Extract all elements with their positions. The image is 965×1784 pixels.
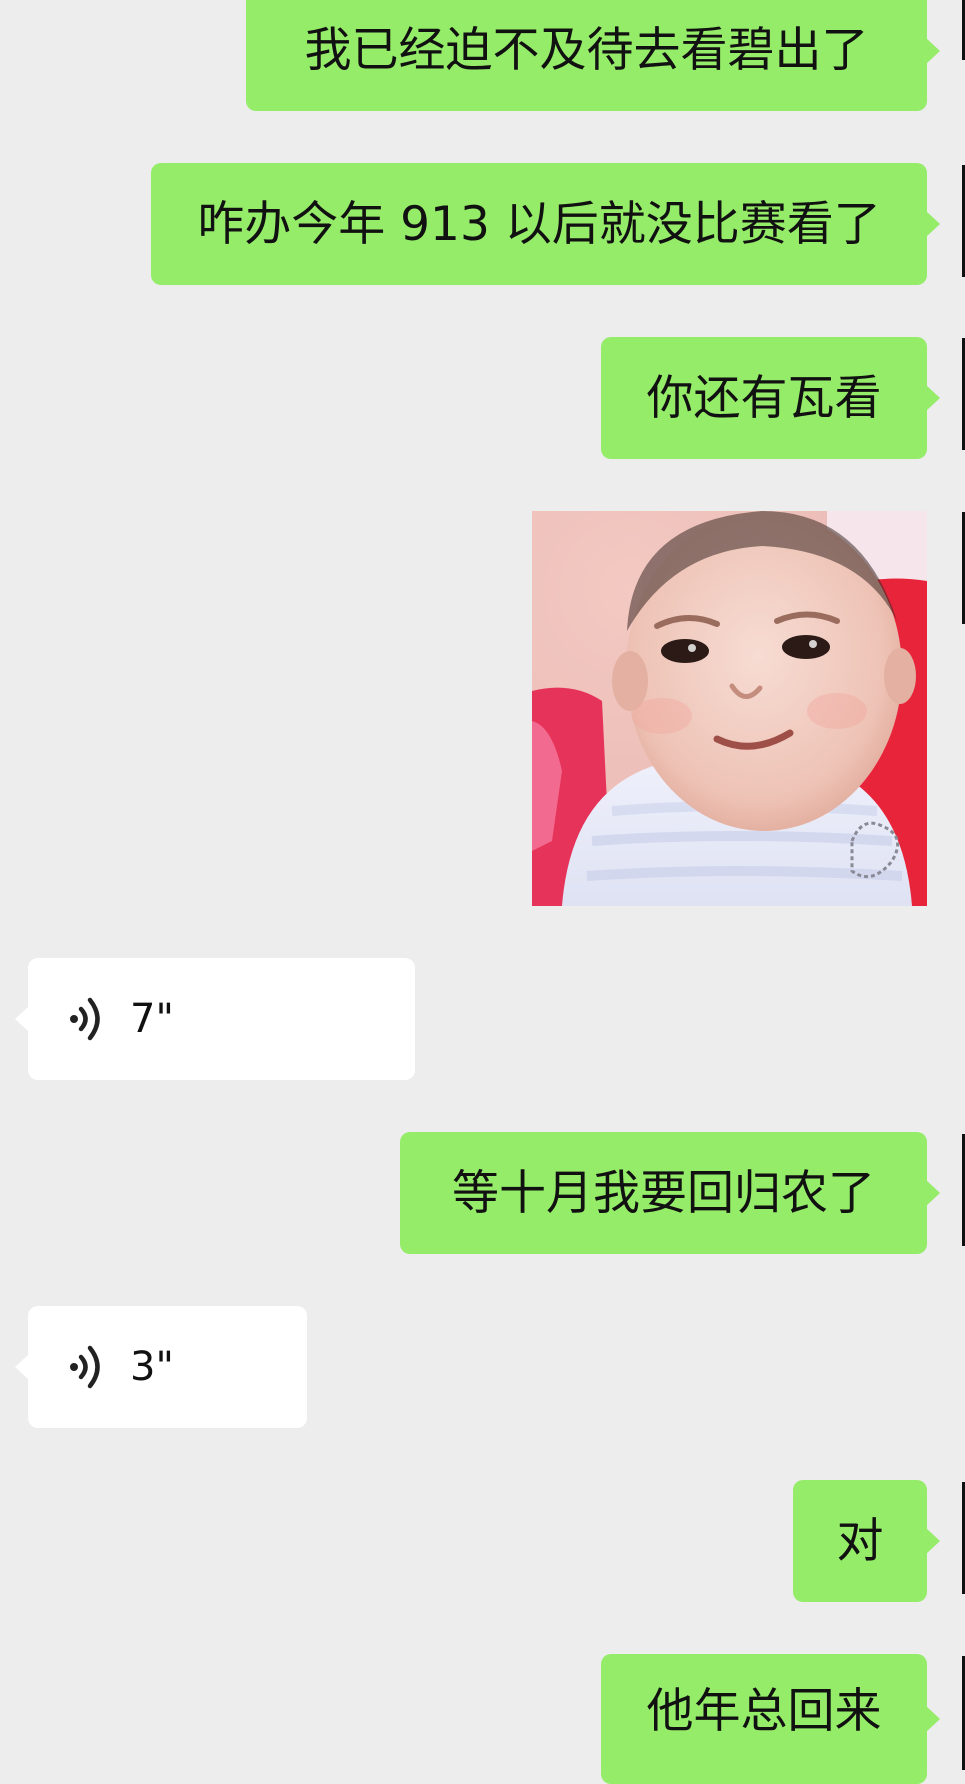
message-text: 等十月我要回归农了 — [452, 1165, 875, 1221]
chat-message-list[interactable]: 我已经迫不及待去看碧出了 咋办今年 913 以后就没比赛看了 你还有瓦看 7" … — [0, 0, 965, 1784]
message-text: 对 — [836, 1513, 884, 1569]
voice-duration: 7" — [130, 996, 174, 1042]
incoming-voice-bubble[interactable]: 3" — [15, 1306, 307, 1428]
outgoing-text-bubble[interactable]: 对 — [793, 1480, 940, 1602]
voice-wave-icon — [70, 1345, 100, 1389]
baby-sticker-image[interactable] — [532, 511, 927, 906]
outgoing-text-bubble[interactable]: 我已经迫不及待去看碧出了 — [246, 0, 940, 111]
baby-face-illustration — [532, 511, 927, 906]
outgoing-text-bubble[interactable]: 你还有瓦看 — [601, 337, 940, 459]
outgoing-text-bubble[interactable]: 咋办今年 913 以后就没比赛看了 — [151, 163, 940, 285]
message-text: 我已经迫不及待去看碧出了 — [304, 23, 869, 78]
outgoing-text-bubble[interactable]: 等十月我要回归农了 — [400, 1132, 940, 1254]
message-text: 咋办今年 913 以后就没比赛看了 — [197, 196, 881, 252]
voice-duration: 3" — [130, 1344, 174, 1390]
message-text: 他年总回来 — [646, 1684, 882, 1739]
message-text: 你还有瓦看 — [646, 370, 882, 426]
voice-wave-icon — [70, 997, 100, 1041]
outgoing-text-bubble[interactable]: 他年总回来 — [601, 1654, 940, 1784]
incoming-voice-bubble[interactable]: 7" — [15, 958, 415, 1080]
